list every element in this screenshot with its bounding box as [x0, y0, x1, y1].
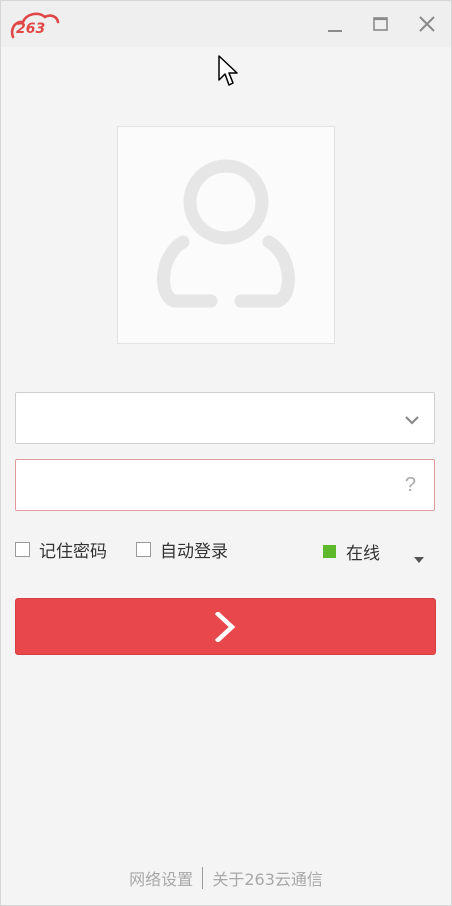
- help-icon[interactable]: ?: [405, 474, 416, 497]
- maximize-button[interactable]: [368, 11, 394, 37]
- status-selector[interactable]: 在线: [323, 539, 380, 564]
- auto-login-label[interactable]: 自动登录: [160, 537, 228, 562]
- network-settings-link[interactable]: 网络设置: [129, 866, 193, 890]
- online-status-icon: [323, 544, 336, 558]
- auto-login-option[interactable]: 自动登录: [136, 537, 228, 562]
- remember-password-label[interactable]: 记住密码: [39, 537, 107, 562]
- login-window: 263 ? 记住密码 自动登录 在线 网络设置 关于263云通信: [0, 0, 452, 906]
- chevron-right-icon: [212, 610, 240, 646]
- minimize-button[interactable]: [322, 11, 348, 37]
- about-link[interactable]: 关于263云通信: [212, 866, 323, 890]
- status-dropdown-icon[interactable]: [414, 548, 424, 563]
- logo-text: 263: [16, 21, 46, 37]
- remember-password-option[interactable]: 记住密码: [15, 537, 107, 562]
- mouse-cursor-icon: [218, 55, 238, 91]
- close-button[interactable]: [414, 11, 440, 37]
- chevron-down-icon[interactable]: [404, 411, 420, 425]
- status-label[interactable]: 在线: [346, 539, 380, 564]
- title-bar[interactable]: 263: [1, 1, 451, 47]
- username-input[interactable]: [16, 393, 410, 443]
- footer: 网络设置 关于263云通信: [1, 866, 451, 890]
- password-field[interactable]: ?: [15, 459, 435, 511]
- footer-divider: [202, 867, 204, 889]
- remember-password-checkbox[interactable]: [15, 541, 30, 557]
- username-field[interactable]: [15, 392, 435, 444]
- avatar[interactable]: [117, 126, 335, 344]
- auto-login-checkbox[interactable]: [136, 541, 151, 557]
- login-button[interactable]: [15, 598, 436, 655]
- password-input[interactable]: [16, 460, 410, 510]
